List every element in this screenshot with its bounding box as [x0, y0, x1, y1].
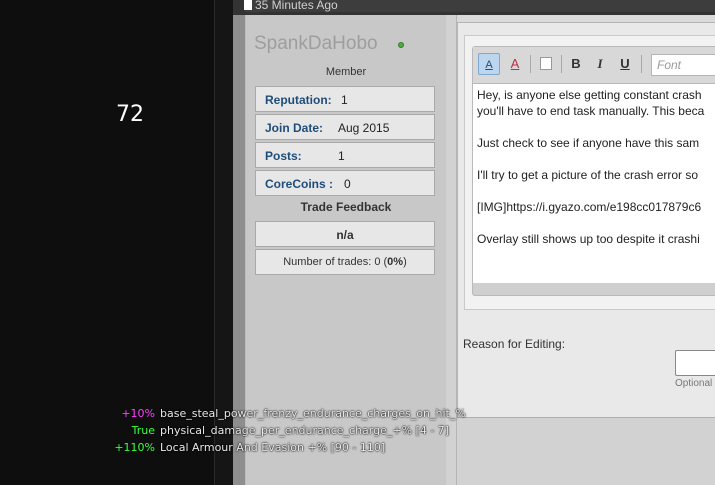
trade-count-prefix: Number of trades: 0 ( [283, 256, 388, 268]
editor-container: A A B I U Font Hey, is anyone else getti… [464, 35, 715, 310]
corecoins-label: CoreCoins : [265, 177, 334, 191]
trade-count: Number of trades: 0 (0%) [255, 249, 435, 275]
editor-line: [IMG]https://i.gyazo.com/e198cc017879c6 [477, 200, 702, 214]
post-content-area: A A B I U Font Hey, is anyone else getti… [456, 15, 715, 485]
editor-text-area[interactable]: Hey, is anyone else getting constant cra… [473, 83, 715, 283]
corecoins-row: CoreCoins : 0 [255, 170, 435, 196]
overlay-line: +110% Local Armour And Evasion +% [90 - 1… [0, 439, 385, 456]
overlay-text: base_steal_power_frenzy_endurance_charge… [160, 407, 466, 420]
overlay-prefix: +10% [121, 407, 155, 420]
editor-line: Hey, is anyone else getting constant cra… [477, 88, 702, 102]
paste-icon[interactable] [535, 53, 557, 75]
post-timestamp: 35 Minutes Ago [255, 0, 338, 12]
posts-value: 1 [338, 149, 345, 163]
posts-label: Posts: [265, 149, 302, 163]
username-link[interactable]: SpankDaHobo [254, 33, 378, 55]
wysiwyg-editor: A A B I U Font Hey, is anyone else getti… [472, 46, 715, 296]
toolbar-separator [561, 55, 562, 73]
trade-count-percent: 0% [387, 256, 404, 268]
corecoins-value: 0 [344, 177, 351, 191]
font-select[interactable]: Font [651, 54, 715, 76]
editor-line: Just check to see if anyone have this sa… [477, 136, 700, 150]
italic-icon[interactable]: I [589, 53, 611, 75]
editor-toolbar: A A B I U Font [473, 47, 715, 83]
overlay-line: +10% base_steal_power_frenzy_endurance_ch… [0, 405, 466, 422]
trade-feedback-title: Trade Feedback [300, 200, 392, 214]
remove-format-icon[interactable]: A [504, 53, 526, 75]
join-date-row: Join Date: Aug 2015 [255, 114, 435, 140]
editor-line: I'll try to get a picture of the crash e… [477, 168, 699, 182]
overlay-text: Local Armour And Evasion +% [90 - 110] [160, 441, 386, 454]
join-date-label: Join Date: [265, 121, 324, 135]
toolbar-separator [530, 55, 531, 73]
editor-line: you'll have to end task manually. This b… [477, 104, 705, 118]
trade-rating[interactable]: n/a [255, 221, 435, 247]
content-footer [457, 417, 715, 485]
trade-count-suffix: ) [403, 256, 407, 268]
edit-reason-optional: Optional [675, 378, 713, 389]
switch-editor-mode-icon[interactable]: A [478, 53, 500, 75]
posts-row: Posts: 1 [255, 142, 435, 168]
edit-reason-label: Reason for Editing: [463, 337, 566, 351]
user-rank: Member [325, 66, 367, 78]
editor-section: A A B I U Font Hey, is anyone else getti… [457, 22, 715, 417]
reputation-value: 1 [341, 93, 348, 107]
toolbar-separator [641, 55, 642, 73]
overlay-prefix: True [131, 424, 155, 437]
online-status-icon [398, 42, 404, 48]
editor-line: Overlay still shows up too despite it cr… [477, 232, 700, 246]
overlay-text: physical_damage_per_endurance_charge_+% … [160, 424, 450, 437]
underline-icon[interactable]: U [614, 53, 636, 75]
reputation-row: Reputation: 1 [255, 86, 435, 112]
overlay-line: True physical_damage_per_endurance_charge… [0, 422, 449, 439]
edit-reason-input[interactable] [675, 350, 715, 376]
overlay-prefix: +110% [114, 441, 155, 454]
join-date-value: Aug 2015 [338, 121, 390, 135]
document-icon [244, 0, 252, 10]
reputation-label: Reputation: [265, 93, 332, 107]
post-header-bar: 35 Minutes Ago [233, 0, 715, 15]
bold-icon[interactable]: B [565, 53, 587, 75]
counter-number: 72 [116, 102, 144, 127]
